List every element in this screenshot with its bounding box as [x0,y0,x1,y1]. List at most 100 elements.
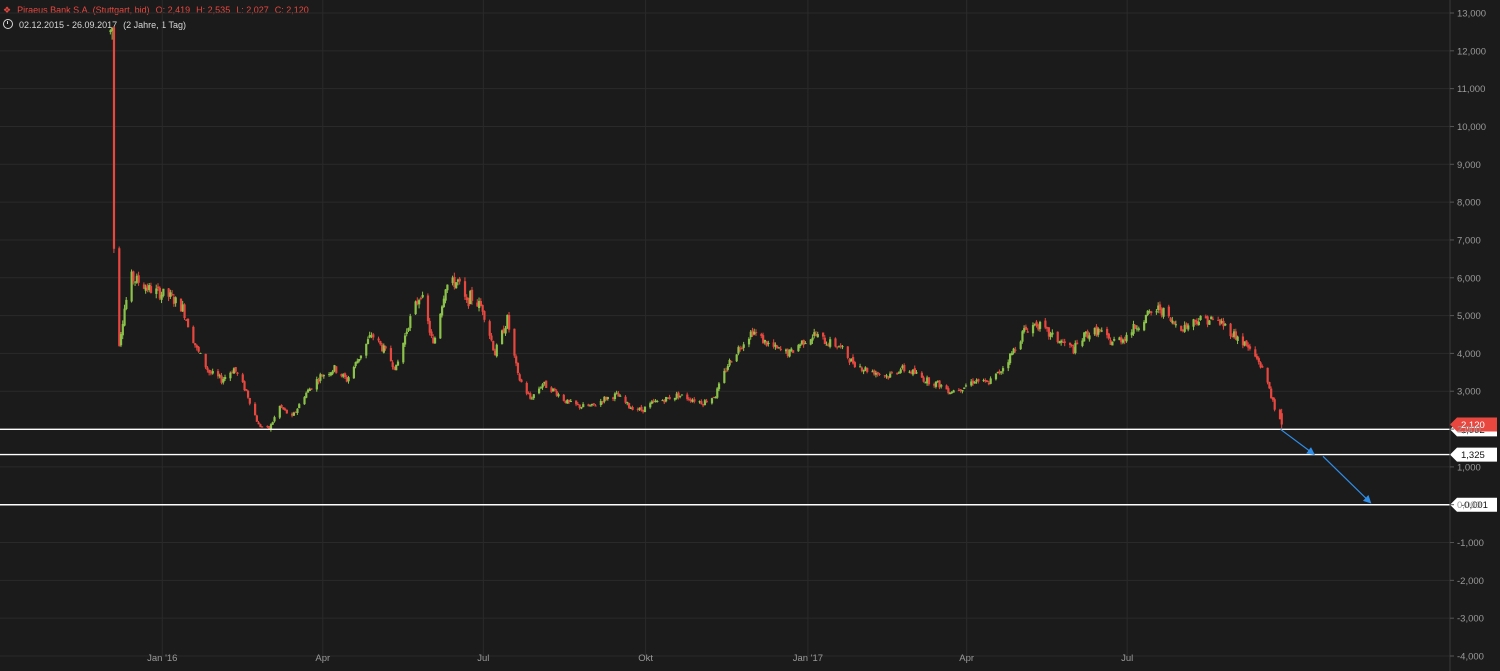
candle-body [748,339,750,345]
candle-body [385,346,387,348]
candle-body [1222,321,1224,326]
candle-body [554,389,556,390]
candle-body [928,377,930,384]
candle-body [409,316,411,328]
candle-body [235,367,237,372]
candle-body [258,422,260,424]
candle-body [593,403,595,404]
candle-body [1071,345,1073,346]
y-tick-label: 1,000 [1457,462,1481,473]
candle-body [743,344,745,348]
candle-body [529,393,531,398]
horizontal-levels[interactable]: 1,9921,325-0,0012,120 [0,418,1497,512]
y-tick-label: -4,000 [1457,652,1484,663]
candle-body [797,345,799,351]
candle-body [737,347,739,353]
candle-body [921,373,923,378]
candle-body [700,401,702,404]
candle-body [725,371,727,372]
candle-body [619,396,621,397]
candle-body [542,384,544,387]
candle-body [1044,321,1046,328]
candle-body [628,403,630,408]
candle-body [464,281,466,297]
candle-body [1173,322,1175,325]
candle-body [496,345,498,357]
candle-body [120,334,122,345]
candle-body [323,375,325,376]
candle-body [310,389,312,390]
candle-body [614,394,616,399]
candle-body [420,298,422,299]
candle-body [367,339,369,344]
candle-body [730,361,732,362]
candle-body [706,401,708,402]
candle-body [353,367,355,378]
candle-body [198,347,200,352]
candle-body [1249,346,1251,348]
candle-body [526,383,528,394]
candle-body [903,365,905,371]
y-tick-label: -2,000 [1457,576,1484,587]
candle-body [755,332,757,333]
candle-body [205,354,207,368]
candle-body [272,422,274,424]
candle-body [356,361,358,364]
candle-body [557,394,559,396]
candle-body [935,382,937,387]
candle-body [822,333,824,337]
candle-body [1254,349,1256,356]
candle-body [429,321,431,333]
y-tick-label: 13,000 [1457,9,1486,20]
candle-body [953,390,955,392]
candle-body [1051,333,1053,335]
candle-body [1014,350,1016,351]
candlestick-chart[interactable]: 1,9921,325-0,0012,120 13,00012,00011,000… [0,0,1500,671]
candle-body [1134,325,1136,329]
candle-body [1230,324,1232,336]
candle-body [1111,342,1113,346]
candle-body [183,304,185,318]
candle-body [644,407,646,412]
candle-body [132,271,134,280]
candle-body [199,353,201,354]
candle-body [974,382,976,384]
candle-body [406,332,408,334]
candle-body [916,372,918,373]
candle-body [243,381,245,390]
candle-body [900,369,902,373]
candle-body [332,371,334,373]
candle-body [482,305,484,312]
candle-body [589,406,591,407]
candle-body [778,347,780,348]
candle-body [1198,322,1200,325]
candle-body [1208,321,1210,325]
candle-body [1212,319,1214,320]
candle-body [192,327,194,343]
candle-body [531,399,533,400]
candle-body [1187,325,1189,329]
candle-body [1175,324,1177,325]
candle-body [441,306,443,315]
x-tick-label: Jul [477,653,489,664]
y-tick-label: 11,000 [1457,84,1485,95]
candle-body [949,393,951,394]
candle-body [379,341,381,344]
candle-body [247,391,249,398]
candle-body [430,332,432,336]
candle-body [1000,371,1002,372]
y-tick-label: 10,000 [1457,122,1486,133]
x-tick-label: Apr [315,653,330,664]
candle-body [1274,399,1276,409]
candle-body [249,398,251,404]
candle-body [1013,349,1015,353]
candle-body [811,338,813,341]
y-tick-label: 0,000 [1457,500,1481,511]
candle-body [804,343,806,344]
candle-body [256,415,258,421]
candle-body [718,383,720,389]
candle-body [817,334,819,337]
candle-body [377,339,379,341]
candle-body [459,279,461,282]
candle-body [727,366,729,370]
